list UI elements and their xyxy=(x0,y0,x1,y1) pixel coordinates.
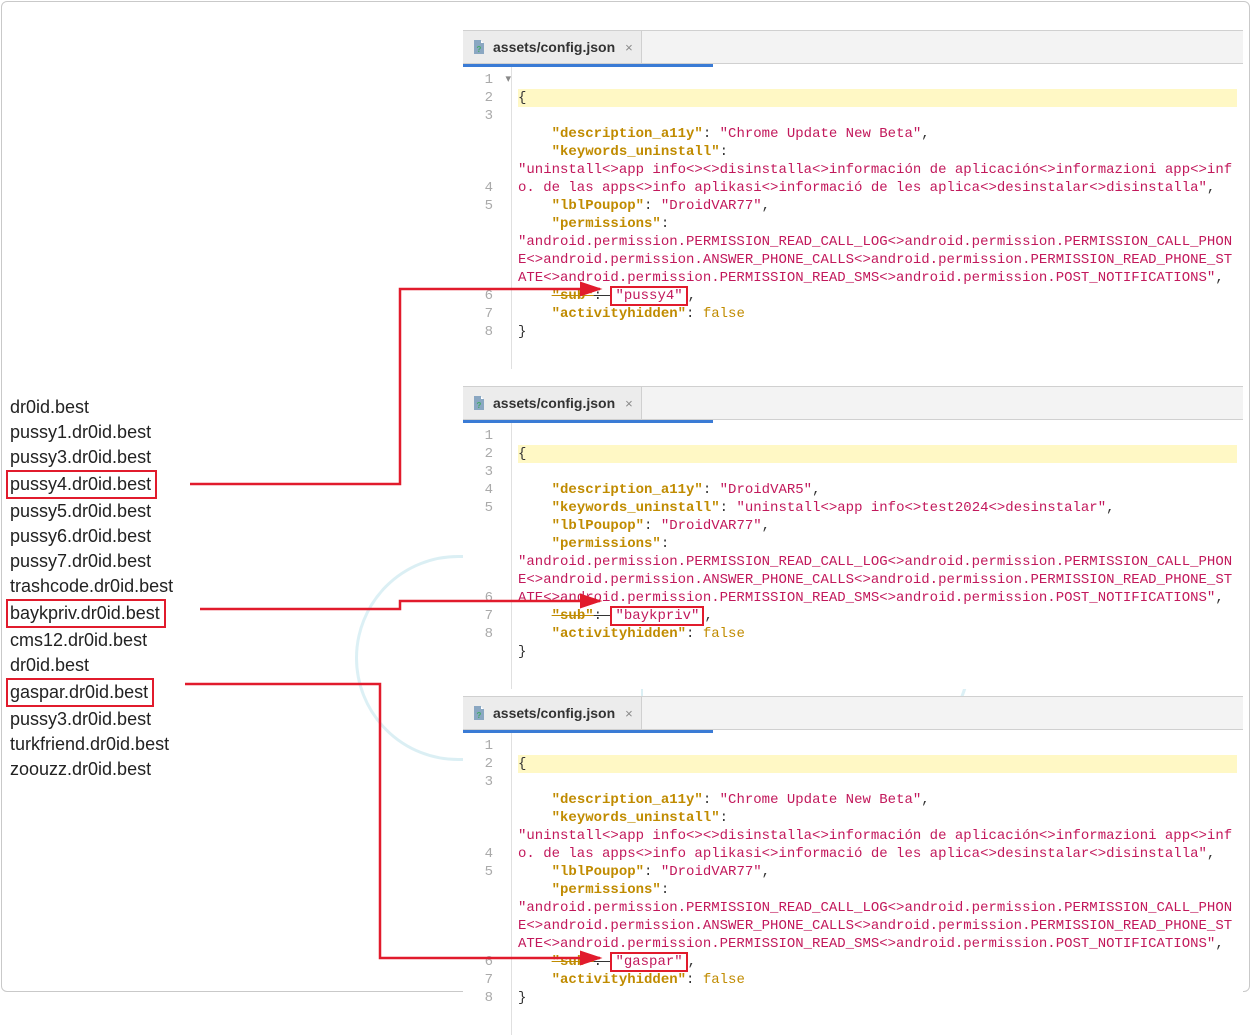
domain-item: zoouzz.dr0id.best xyxy=(10,757,173,782)
sub-value-highlight: "gaspar" xyxy=(610,952,687,972)
domain-item: pussy7.dr0id.best xyxy=(10,549,173,574)
domain-item: pussy6.dr0id.best xyxy=(10,524,173,549)
domain-item: pussy4.dr0id.best xyxy=(10,470,173,499)
svg-text:?: ? xyxy=(477,45,482,54)
domain-item: dr0id.best xyxy=(10,395,173,420)
editor-panel-2: ? assets/config.json × 12345678 { "descr… xyxy=(463,386,1243,689)
close-icon[interactable]: × xyxy=(625,40,633,55)
domain-item: baykpriv.dr0id.best xyxy=(10,599,173,628)
tab-config-json[interactable]: ? assets/config.json × xyxy=(463,697,642,729)
domain-item: pussy3.dr0id.best xyxy=(10,445,173,470)
domain-list: dr0id.bestpussy1.dr0id.bestpussy3.dr0id.… xyxy=(10,395,173,782)
file-icon: ? xyxy=(471,395,487,411)
sub-value-highlight: "baykpriv" xyxy=(610,606,704,626)
gutter: 12345678 xyxy=(463,423,497,689)
svg-text:?: ? xyxy=(477,711,482,720)
tab-label: assets/config.json xyxy=(493,39,615,55)
domain-item: dr0id.best xyxy=(10,653,173,678)
tab-bar: ? assets/config.json × xyxy=(463,697,1243,730)
domain-item: pussy1.dr0id.best xyxy=(10,420,173,445)
tab-label: assets/config.json xyxy=(493,395,615,411)
code-content[interactable]: { "description_a11y": "Chrome Update New… xyxy=(512,733,1243,1035)
close-icon[interactable]: × xyxy=(625,396,633,411)
code-content[interactable]: { "description_a11y": "DroidVAR5", "keyw… xyxy=(512,423,1243,689)
close-icon[interactable]: × xyxy=(625,706,633,721)
code-content[interactable]: { "description_a11y": "Chrome Update New… xyxy=(512,67,1243,369)
editor-panel-3: ? assets/config.json × 12345678 { "descr… xyxy=(463,696,1243,1035)
domain-item: turkfriend.dr0id.best xyxy=(10,732,173,757)
file-icon: ? xyxy=(471,705,487,721)
sub-value-highlight: "pussy4" xyxy=(610,286,687,306)
tab-config-json[interactable]: ? assets/config.json × xyxy=(463,31,642,63)
fold-icon[interactable]: ▾ xyxy=(505,71,511,89)
editor-panel-1: ? assets/config.json × ▾12345678 { "desc… xyxy=(463,30,1243,369)
domain-item: trashcode.dr0id.best xyxy=(10,574,173,599)
svg-text:?: ? xyxy=(477,401,482,410)
domain-item: cms12.dr0id.best xyxy=(10,628,173,653)
domain-item: pussy3.dr0id.best xyxy=(10,707,173,732)
tab-bar: ? assets/config.json × xyxy=(463,31,1243,64)
domain-item: gaspar.dr0id.best xyxy=(10,678,173,707)
tab-config-json[interactable]: ? assets/config.json × xyxy=(463,387,642,419)
domain-item: pussy5.dr0id.best xyxy=(10,499,173,524)
gutter: ▾12345678 xyxy=(463,67,497,369)
tab-label: assets/config.json xyxy=(493,705,615,721)
gutter: 12345678 xyxy=(463,733,497,1035)
tab-bar: ? assets/config.json × xyxy=(463,387,1243,420)
file-icon: ? xyxy=(471,39,487,55)
